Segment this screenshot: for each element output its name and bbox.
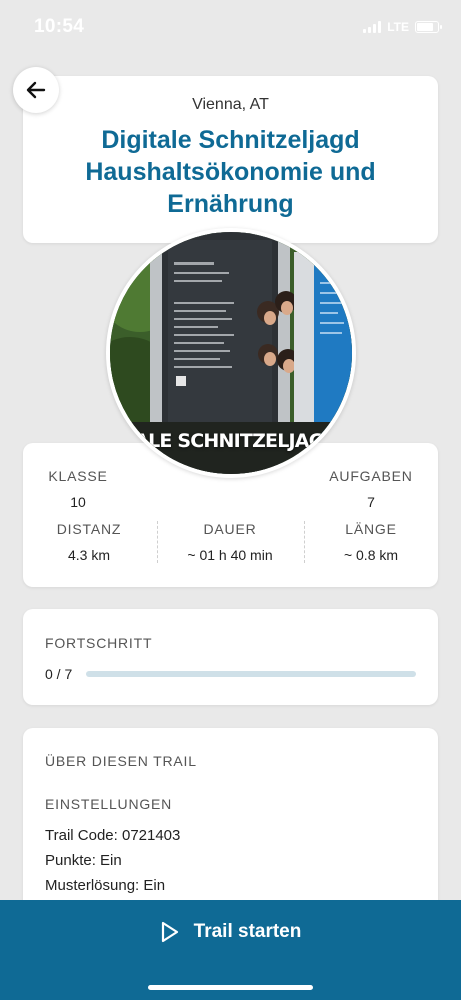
trail-photo-image: TALE SCHNITZELJAGD (110, 232, 352, 474)
trail-code: Trail Code: 0721403 (45, 827, 181, 844)
about-heading: ÜBER DIESEN TRAIL (45, 753, 197, 769)
start-trail-button[interactable]: Trail starten (0, 900, 461, 964)
stat-label: DISTANZ (56, 521, 122, 537)
title-card: Vienna, AT Digitale Schnitzeljagd Hausha… (23, 76, 438, 243)
stat-label: DAUER (203, 521, 257, 537)
settings-list: Trail Code: 0721403 Punkte: Ein Musterlö… (45, 823, 180, 898)
divider (304, 521, 305, 563)
play-icon (161, 921, 178, 943)
status-bar: 10:54 LTE (0, 0, 461, 56)
back-button[interactable] (13, 67, 59, 113)
settings-heading: EINSTELLUNGEN (45, 796, 173, 812)
setting-musterloesung: Musterlösung: Ein (45, 877, 166, 894)
progress-label: FORTSCHRITT (45, 635, 153, 651)
stat-klasse: KLASSE 10 (13, 468, 143, 510)
progress-card: FORTSCHRITT 0 / 7 (23, 609, 438, 705)
stat-aufgaben: AUFGABEN 7 (306, 468, 436, 510)
stat-label: LÄNGE (345, 521, 397, 537)
status-indicators: LTE (363, 20, 442, 34)
stat-value: 4.3 km (67, 547, 110, 563)
stat-value: ~ 01 h 40 min (187, 547, 273, 563)
signal-icon (363, 21, 382, 33)
progress-count: 0 / 7 (45, 666, 73, 682)
page-title: Digitale Schnitzeljagd Haushaltsökonomie… (85, 126, 376, 218)
photo-overlay-text: TALE SCHNITZELJAGD (123, 430, 340, 452)
arrow-left-icon (26, 81, 46, 99)
stat-dauer: DAUER ~ 01 h 40 min (165, 521, 295, 563)
progress-bar (86, 671, 416, 677)
setting-punkte: Punkte: Ein (45, 852, 122, 869)
stat-laenge: LÄNGE ~ 0.8 km (306, 521, 436, 563)
stat-distanz: DISTANZ 4.3 km (24, 521, 154, 563)
status-time: 10:54 (34, 16, 85, 37)
battery-icon (415, 21, 442, 33)
stat-value: 7 (367, 494, 375, 510)
trail-photo: TALE SCHNITZELJAGD (106, 228, 356, 478)
trail-location: Vienna, AT (192, 96, 269, 113)
network-label: LTE (387, 20, 409, 34)
home-indicator[interactable] (148, 985, 313, 990)
divider (157, 521, 158, 563)
stat-value: ~ 0.8 km (343, 547, 399, 563)
stat-value: 10 (70, 494, 86, 510)
start-trail-label: Trail starten (193, 921, 302, 942)
